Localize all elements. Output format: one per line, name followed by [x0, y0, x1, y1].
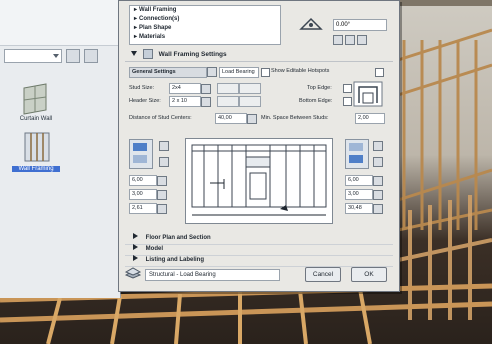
profile-fill-icon	[133, 155, 147, 163]
expand-arrow-icon: ▸	[134, 7, 138, 13]
left-value-button[interactable]	[157, 176, 167, 186]
disabled-field	[217, 96, 239, 107]
framing-diagram	[191, 144, 327, 216]
show-hotspots-checkbox[interactable]	[261, 68, 270, 77]
listing-labeling-section[interactable]: Listing and Labeling	[125, 255, 393, 267]
min-space-input[interactable]: 2,00	[355, 113, 385, 124]
header-size-dropdown-button[interactable]	[201, 97, 211, 107]
ok-button[interactable]: OK	[351, 267, 387, 282]
orientation-toggle-button[interactable]	[357, 35, 367, 45]
curtain-wall-thumbnail[interactable]	[20, 82, 50, 116]
stud-size-dropdown-button[interactable]	[201, 84, 211, 94]
library-filter-dropdown[interactable]	[4, 49, 62, 63]
framing-preview	[185, 138, 333, 224]
distance-dropdown-button[interactable]	[247, 114, 257, 124]
right-value-input[interactable]: 6,00	[345, 175, 373, 186]
wall-framing-thumbnail[interactable]	[22, 130, 52, 164]
top-edge-checkbox[interactable]	[343, 84, 352, 93]
bottom-edge-checkbox[interactable]	[343, 97, 352, 106]
profile-fill-icon	[349, 143, 363, 151]
stud-size-label: Stud Size:	[129, 85, 155, 91]
library-toolbar	[4, 48, 116, 64]
mirror-toggle-button[interactable]	[333, 35, 343, 45]
collapse-arrow-icon	[131, 51, 137, 56]
profile-fill-icon	[349, 155, 363, 163]
section-label: Model	[145, 246, 164, 252]
disabled-field	[239, 96, 261, 107]
right-value-button[interactable]	[373, 204, 383, 214]
expand-arrow-icon	[133, 233, 138, 239]
tree-item[interactable]: ▸ Plan Shape	[130, 24, 280, 33]
header-size-input[interactable]: 2 x 10	[169, 96, 201, 107]
left-value-button[interactable]	[157, 204, 167, 214]
view-toggle-icon[interactable]	[84, 49, 98, 63]
layer-icon	[125, 267, 141, 279]
left-value-input[interactable]: 6,00	[129, 175, 157, 186]
header-size-label: Header Size:	[129, 98, 161, 104]
right-value-button[interactable]	[373, 190, 383, 200]
left-up-button[interactable]	[159, 141, 169, 151]
show-hotspots-label: Show Editable Hotspots	[271, 68, 330, 74]
bottom-edge-label: Bottom Edge:	[299, 98, 333, 104]
section-label: Listing and Labeling	[145, 257, 205, 263]
object-library-panel: Curtain Wall Wall Framing	[0, 0, 121, 298]
right-up-button[interactable]	[373, 141, 383, 151]
thumbnail-label-selected: Wall Framing	[12, 166, 60, 172]
right-value-input[interactable]: 30,48	[345, 203, 373, 214]
cancel-button[interactable]: Cancel	[305, 267, 341, 282]
left-value-button[interactable]	[157, 190, 167, 200]
tree-item-label: Wall Framing	[139, 7, 177, 13]
profile-fill-icon	[133, 143, 147, 151]
tree-item[interactable]: ▸ Materials	[130, 33, 280, 42]
framing-settings-icon	[142, 49, 153, 60]
left-profile-icon[interactable]	[129, 139, 153, 169]
distance-label: Distance of Stud Centers:	[129, 115, 192, 121]
top-edge-label: Top Edge:	[307, 85, 332, 91]
wall-framing-settings-dialog: ▸ Wall Framing ▸ Connection(s) ▸ Plan Shape…	[118, 0, 400, 292]
tree-item-label: Connection(s)	[139, 16, 180, 22]
left-value-input[interactable]: 2,61	[129, 203, 157, 214]
expand-arrow-icon	[133, 244, 138, 250]
tree-item[interactable]: ▸ Connection(s)	[130, 15, 280, 24]
option-checkbox[interactable]	[375, 68, 384, 77]
settings-menu-button[interactable]	[207, 67, 217, 77]
right-profile-icon[interactable]	[345, 139, 369, 169]
thumbnail-label: Curtain Wall	[19, 116, 53, 122]
left-value-input[interactable]: 3,00	[129, 189, 157, 200]
tree-item-label: Materials	[139, 34, 166, 40]
angle-icon	[299, 17, 323, 30]
right-down-button[interactable]	[373, 157, 383, 167]
min-space-label: Min. Space Between Studs:	[261, 115, 329, 121]
edge-preview-icon	[353, 81, 383, 107]
link-toggle-button[interactable]	[345, 35, 355, 45]
section-header[interactable]: Wall Framing Settings	[125, 49, 393, 62]
library-header	[0, 0, 120, 46]
orientation-controls: 0.00°	[289, 15, 399, 45]
right-value-input[interactable]: 3,00	[345, 189, 373, 200]
section-label: Floor Plan and Section	[145, 235, 211, 241]
expand-arrow-icon	[133, 255, 138, 261]
distance-input[interactable]: 40,00	[215, 113, 247, 124]
angle-value-input[interactable]: 0.00°	[333, 19, 387, 31]
tree-item[interactable]: ▸ Wall Framing	[130, 6, 280, 15]
expand-arrow-icon: ▸	[134, 25, 138, 31]
general-settings-tab[interactable]: General Settings	[129, 67, 207, 78]
wall-type-dropdown[interactable]: Load Bearing	[219, 67, 259, 78]
settings-tree: ▸ Wall Framing ▸ Connection(s) ▸ Plan Shape…	[129, 5, 281, 45]
tree-item-label: Plan Shape	[139, 25, 172, 31]
stud-size-input[interactable]: 2x4	[169, 83, 201, 94]
layer-dropdown[interactable]: Structural - Load Bearing	[145, 269, 280, 281]
expand-arrow-icon: ▸	[134, 16, 138, 22]
disabled-field	[217, 83, 239, 94]
folder-icon[interactable]	[66, 49, 80, 63]
left-down-button[interactable]	[159, 157, 169, 167]
expand-arrow-icon: ▸	[134, 34, 138, 40]
section-title: Wall Framing Settings	[158, 51, 227, 58]
disabled-field	[239, 83, 261, 94]
right-value-button[interactable]	[373, 176, 383, 186]
